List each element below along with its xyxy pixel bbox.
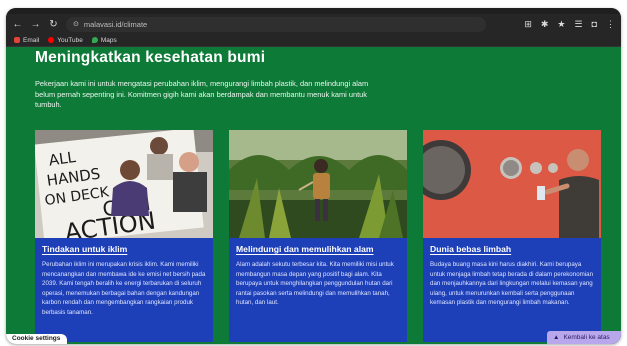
refill-illustration — [423, 130, 601, 238]
back-to-top-button[interactable]: ▲ Kembali ke atas — [547, 331, 621, 344]
bookmark-label: Email — [23, 36, 40, 44]
bookmark-label: Maps — [100, 36, 117, 44]
maps-pin-icon — [91, 37, 98, 43]
sign-text-all: ALL — [48, 148, 78, 170]
card-description: Budaya buang masa kini harus diakhiri. K… — [430, 261, 594, 307]
arrow-up-icon: ▲ — [553, 334, 560, 341]
page-title: Meningkatkan kesehatan bumi — [35, 49, 266, 66]
translate-icon[interactable]: ⊞ — [524, 19, 532, 30]
browser-toolbar: ← → ↻ ⊙ malavasi.id/climate ⊞ ✱ ★ ☰ ◘ ⋮ — [6, 14, 621, 34]
climate-protest-image: ALL HANDS ON DECK CLIM ACTION — [35, 130, 213, 238]
address-bar[interactable]: ⊙ malavasi.id/climate — [66, 16, 486, 32]
bookmarks-bar: Email YouTube Maps — [6, 34, 621, 47]
climate-protest-illustration: ALL HANDS ON DECK CLIM ACTION — [35, 130, 213, 238]
forward-arrow-icon[interactable]: → — [30, 19, 41, 30]
menu-icon[interactable]: ⋮ — [606, 19, 615, 30]
bookmark-youtube[interactable]: YouTube — [48, 37, 83, 44]
bookmark-maps[interactable]: Maps — [91, 36, 117, 44]
profile-icon[interactable]: ◘ — [592, 19, 597, 29]
toolbar-actions: ⊞ ✱ ★ ☰ ◘ ⋮ — [524, 19, 615, 30]
reload-icon[interactable]: ↻ — [48, 19, 59, 30]
forest-illustration — [229, 130, 407, 238]
youtube-icon — [48, 37, 55, 43]
back-to-top-label: Kembali ke atas — [563, 334, 610, 341]
card-description: Perubahan iklim ini merupakan krisis ikl… — [42, 261, 206, 316]
email-icon — [14, 37, 20, 43]
intro-paragraph: Pekerjaan kami ini untuk mengatasi perub… — [35, 79, 369, 109]
lock-icon: ⊙ — [73, 21, 79, 28]
tab-search-icon[interactable]: ☰ — [574, 19, 582, 30]
card-waste-free: Dunia bebas limbah Budaya buang masa kin… — [423, 130, 601, 342]
cookie-settings-button[interactable]: Cookie settings — [6, 334, 68, 344]
card-description: Alam adalah sekutu terbesar kita. Kita m… — [236, 261, 394, 307]
card-title[interactable]: Melindungi dan memulihkan alam — [236, 244, 374, 254]
browser-window: ← → ↻ ⊙ malavasi.id/climate ⊞ ✱ ★ ☰ ◘ ⋮ … — [6, 8, 621, 344]
bookmark-label: YouTube — [57, 36, 83, 44]
refill-station-image — [423, 130, 601, 238]
card-title[interactable]: Tindakan untuk iklim — [42, 244, 127, 254]
card-title[interactable]: Dunia bebas limbah — [430, 244, 511, 254]
back-arrow-icon[interactable]: ← — [12, 19, 23, 30]
page-content: Meningkatkan kesehatan bumi Pekerjaan ka… — [6, 47, 621, 344]
forest-worker-image — [229, 130, 407, 238]
card-climate-action: ALL HANDS ON DECK CLIM ACTION Tindakan u… — [35, 130, 213, 342]
address-url: malavasi.id/climate — [83, 19, 148, 29]
extension-icon[interactable]: ✱ — [541, 19, 549, 30]
bookmark-email[interactable]: Email — [14, 37, 39, 44]
bookmark-star-icon[interactable]: ★ — [557, 19, 565, 30]
card-protect-nature: Melindungi dan memulihkan alam Alam adal… — [229, 130, 407, 342]
